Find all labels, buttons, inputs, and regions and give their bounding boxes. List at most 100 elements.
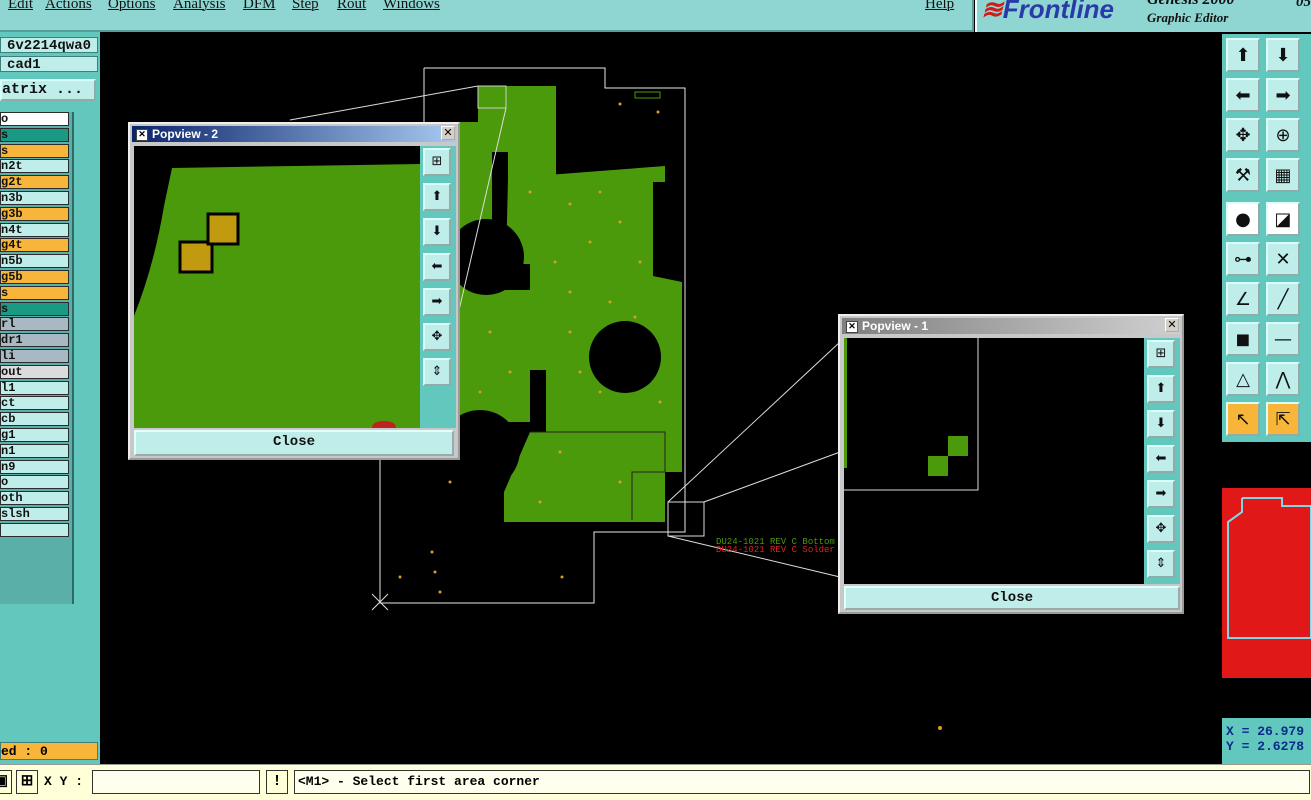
- menu-edit[interactable]: Edit: [8, 0, 33, 13]
- zoom-in-icon[interactable]: ✥: [1147, 515, 1175, 543]
- window-icon: ✕: [846, 321, 858, 333]
- zoom-fit-icon[interactable]: ⊞: [423, 148, 451, 176]
- pan-down-icon[interactable]: ⬇: [1266, 38, 1300, 72]
- pan-up-icon[interactable]: ⬆: [1147, 375, 1175, 403]
- zoom-region-1: [667, 501, 705, 537]
- menu-analysis[interactable]: Analysis: [173, 0, 226, 13]
- xy-label: X Y :: [44, 774, 84, 789]
- pan-right-icon[interactable]: ➡: [1147, 480, 1175, 508]
- layer-row[interactable]: n2t: [0, 159, 69, 174]
- step-name[interactable]: cad1: [0, 56, 98, 72]
- line-angle-icon[interactable]: ∠: [1226, 282, 1260, 316]
- menu-rout[interactable]: Rout: [337, 0, 366, 13]
- layer-row[interactable]: rl: [0, 317, 69, 332]
- xy-input[interactable]: [92, 770, 260, 794]
- pan-up-icon[interactable]: ⬆: [1226, 38, 1260, 72]
- popview-2-canvas[interactable]: [134, 146, 420, 428]
- zoom-out-icon[interactable]: ⇕: [1147, 550, 1175, 578]
- frontline-logo: ≋Frontline: [981, 0, 1115, 24]
- menu-options[interactable]: Options: [108, 0, 156, 13]
- layer-row[interactable]: g3b: [0, 206, 69, 221]
- layer-row[interactable]: n9: [0, 459, 69, 474]
- layer-row[interactable]: g2t: [0, 175, 69, 190]
- window-icon: ✕: [136, 129, 148, 141]
- pan-right-icon[interactable]: ➡: [1266, 78, 1300, 112]
- connect-icon[interactable]: ⊶: [1226, 242, 1260, 276]
- menu-help[interactable]: Help: [925, 0, 954, 13]
- measure-icon[interactable]: ⚒: [1226, 158, 1260, 192]
- pointer-box-icon[interactable]: ⇱: [1266, 402, 1300, 436]
- layer-row[interactable]: s: [0, 301, 69, 316]
- layer-row[interactable]: l1: [0, 380, 69, 395]
- menu-step[interactable]: Step: [292, 0, 319, 13]
- popview-1-title: ✕ Popview - 1: [842, 318, 1180, 334]
- peak-icon[interactable]: ⋀: [1266, 362, 1300, 396]
- select-feature-icon[interactable]: ●: [1226, 202, 1260, 236]
- layer-row[interactable]: oth: [0, 491, 69, 506]
- menu-bar: Edit Actions Options Analysis DFM Step R…: [0, 0, 974, 32]
- line-minus-icon[interactable]: —: [1266, 322, 1300, 356]
- pointer-icon[interactable]: ↖: [1226, 402, 1260, 436]
- exclaim-button[interactable]: !: [266, 770, 288, 794]
- pan-up-icon[interactable]: ⬆: [423, 183, 451, 211]
- layer-row[interactable]: slsh: [0, 507, 69, 521]
- close-icon[interactable]: ✕: [1165, 318, 1179, 332]
- layer-row[interactable]: n3b: [0, 191, 69, 205]
- layer-row[interactable]: out: [0, 364, 69, 379]
- popview-2-title: ✕ Popview - 2: [132, 126, 456, 142]
- layer-row[interactable]: s: [0, 127, 69, 142]
- zoom-in-icon[interactable]: ✥: [1226, 118, 1260, 152]
- layer-row[interactable]: s: [0, 285, 69, 300]
- layer-row[interactable]: g1: [0, 428, 69, 442]
- layer-row[interactable]: n4t: [0, 222, 69, 237]
- pad-add-icon[interactable]: ◼: [1226, 322, 1260, 356]
- layer-row[interactable]: ct: [0, 396, 69, 411]
- layer-row[interactable]: o: [0, 112, 69, 126]
- layer-row[interactable]: s: [0, 143, 69, 158]
- layer-row[interactable]: [0, 522, 69, 537]
- pan-right-icon[interactable]: ➡: [423, 288, 451, 316]
- product-name: Genesis 2000: [1147, 0, 1235, 9]
- pan-left-icon[interactable]: ⬅: [423, 253, 451, 281]
- job-name[interactable]: 6v2214qwa0: [0, 37, 98, 53]
- cursor-coordinates: X = 26.979 Y = 2.6278: [1222, 724, 1311, 762]
- line-draw-icon[interactable]: ╱: [1266, 282, 1300, 316]
- layer-row[interactable]: n1: [0, 443, 69, 458]
- zoom-in-icon[interactable]: ✥: [423, 323, 451, 351]
- popview-2-close-button[interactable]: Close: [134, 430, 454, 456]
- zoom-fit-icon[interactable]: ⊞: [1147, 340, 1175, 368]
- overview-map[interactable]: [1222, 442, 1311, 718]
- close-icon[interactable]: ✕: [441, 126, 455, 140]
- popview-1-canvas[interactable]: [844, 338, 1144, 584]
- pan-left-icon[interactable]: ⬅: [1226, 78, 1260, 112]
- menu-dfm[interactable]: DFM: [243, 0, 276, 13]
- popview-1-close-button[interactable]: Close: [844, 586, 1180, 610]
- menu-actions[interactable]: Actions: [45, 0, 92, 13]
- coord-x: X = 26.979: [1226, 724, 1305, 739]
- pan-down-icon[interactable]: ⬇: [1147, 410, 1175, 438]
- matrix-button[interactable]: atrix ...: [0, 79, 96, 101]
- grid-icon[interactable]: ▦: [1266, 158, 1300, 192]
- layer-row[interactable]: n5b: [0, 254, 69, 269]
- layer-row[interactable]: g5b: [0, 270, 69, 284]
- selected-count: ed : 0: [0, 742, 98, 760]
- grid-snap-icon[interactable]: ⊞: [16, 770, 38, 794]
- popview-2-window: ✕ Popview - 2 ✕ ⊞ ⬆ ⬇ ⬅ ➡ ✥ ⇕ Close: [128, 122, 460, 460]
- layer-row[interactable]: cb: [0, 412, 69, 427]
- board-text-solder: DU24-1021 REV C Solder: [716, 545, 835, 555]
- menu-windows[interactable]: Windows: [383, 0, 440, 13]
- snap-icon[interactable]: ▣: [0, 770, 12, 794]
- zoom-out-icon[interactable]: ⇕: [423, 358, 451, 386]
- layer-row[interactable]: li: [0, 349, 69, 363]
- pan-left-icon[interactable]: ⬅: [1147, 445, 1175, 473]
- layer-row[interactable]: g4t: [0, 238, 69, 253]
- zoom-area-icon[interactable]: ⊕: [1266, 118, 1300, 152]
- delete-icon[interactable]: ✕: [1266, 242, 1300, 276]
- layer-row[interactable]: o: [0, 475, 69, 490]
- popview-1-window: ✕ Popview - 1 ✕ ⊞ ⬆ ⬇ ⬅ ➡ ✥ ⇕ Close: [838, 314, 1184, 614]
- brand-date: 05: [1296, 0, 1311, 10]
- select-area-icon[interactable]: ◪: [1266, 202, 1300, 236]
- layer-row[interactable]: dr1: [0, 333, 69, 348]
- triangle-icon[interactable]: △: [1226, 362, 1260, 396]
- pan-down-icon[interactable]: ⬇: [423, 218, 451, 246]
